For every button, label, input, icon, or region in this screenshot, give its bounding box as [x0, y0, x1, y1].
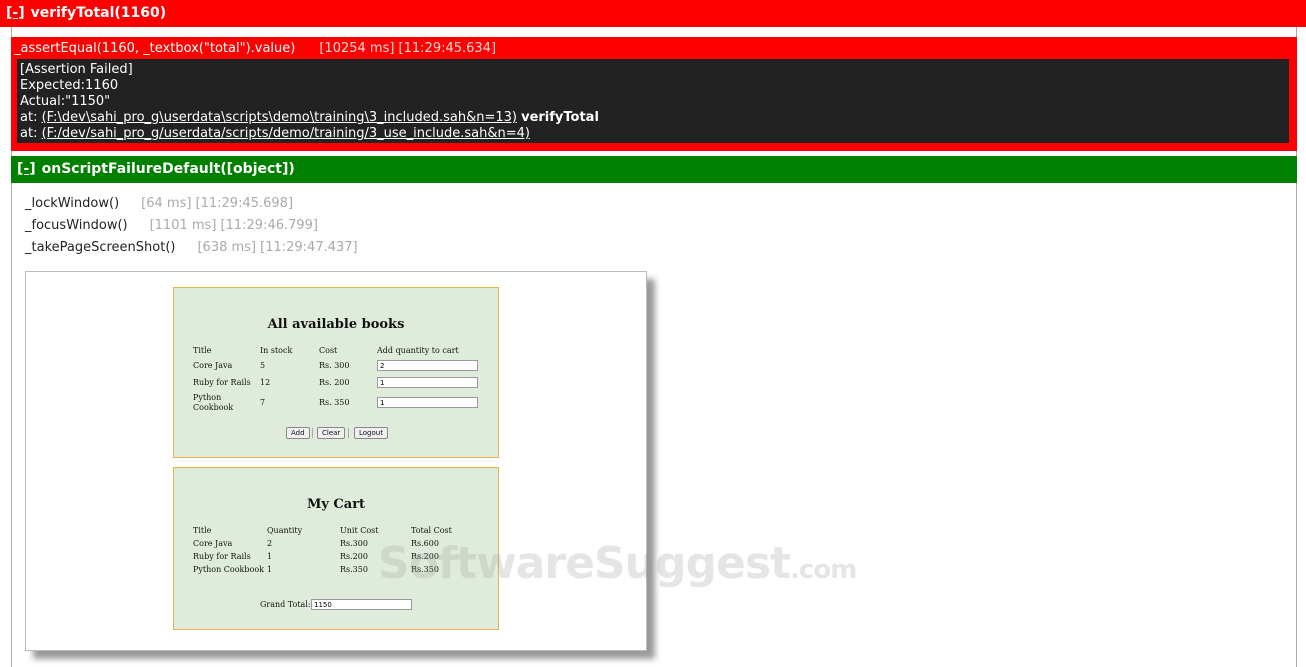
col-title: Title — [193, 526, 212, 535]
books-panel: All available books Title In stock Cost … — [173, 287, 499, 458]
log-line: Expected:1160 — [20, 78, 119, 93]
assert-header: _assertEqual(1160, _textbox("total").val… — [14, 40, 496, 58]
collapse-toggle[interactable]: [-] — [6, 5, 25, 21]
cart-title: Ruby for Rails — [193, 552, 251, 561]
assert-timing: [10254 ms] [11:29:45.634] — [319, 41, 497, 56]
assert-call: _assertEqual(1160, _textbox("total").val… — [14, 41, 296, 56]
step-call: _lockWindow() — [25, 196, 120, 211]
step-call: _takePageScreenShot() — [25, 240, 176, 255]
cart-qty: 2 — [267, 539, 273, 548]
cart-unit: Rs.350 — [340, 565, 368, 574]
assertion-failure-block: _assertEqual(1160, _textbox("total").val… — [11, 37, 1297, 151]
step-time: [64 ms] [11:29:45.698] — [141, 196, 294, 211]
book-stock: 5 — [260, 361, 266, 370]
col-add-qty: Add quantity to cart — [377, 346, 459, 355]
assertion-log: [Assertion Failed] Expected:1160 Actual:… — [17, 59, 1289, 143]
book-stock: 12 — [260, 378, 271, 387]
col-quantity: Quantity — [267, 526, 303, 535]
grand-total-label: Grand Total: — [260, 600, 311, 609]
verify-total-header[interactable]: [-] verifyTotal(1160) — [0, 0, 1306, 27]
log-line: [Assertion Failed] — [20, 62, 133, 77]
watermark: SoftwareSuggest.com — [378, 538, 857, 589]
log-line: at: (F:\dev\sahi_pro_g\userdata\scripts\… — [20, 110, 1286, 126]
at-label: at: — [20, 126, 42, 141]
book-title-line2: Cookbook — [193, 403, 234, 412]
collapse-toggle[interactable]: [-] — [17, 161, 36, 177]
log-line: at: (F:/dev/sahi_pro_g/userdata/scripts/… — [20, 126, 1286, 142]
cart-qty: 1 — [267, 565, 273, 574]
step-call: _focusWindow() — [25, 218, 128, 233]
step-focus-window: _focusWindow() [1101 ms] [11:29:46.799] — [25, 217, 318, 235]
failure-handler-header[interactable]: [-] onScriptFailureDefault([object]) — [11, 156, 1297, 183]
qty-input-python-cookbook[interactable]: 1 — [377, 397, 478, 408]
col-total-cost: Total Cost — [411, 526, 452, 535]
step-take-screenshot: _takePageScreenShot() [638 ms] [11:29:47.… — [25, 239, 358, 257]
cart-heading: My Cart — [306, 497, 366, 512]
book-title: Core Java — [193, 361, 233, 370]
cart-title: Core Java — [193, 539, 233, 548]
button-separator — [312, 428, 313, 438]
clear-button[interactable]: Clear — [317, 427, 346, 439]
grand-total-field[interactable]: 1150 — [311, 599, 412, 610]
col-cost: Cost — [319, 346, 338, 355]
book-title-line1: Python — [193, 393, 222, 402]
book-cost: Rs. 300 — [319, 361, 350, 370]
book-cost: Rs. 200 — [319, 378, 350, 387]
watermark-suffix: .com — [790, 555, 857, 585]
logout-button[interactable]: Logout — [354, 427, 388, 439]
cart-qty: 1 — [267, 552, 273, 561]
qty-input-ruby-for-rails[interactable]: 1 — [377, 377, 478, 388]
col-title: Title — [193, 346, 212, 355]
function-name: verifyTotal — [521, 110, 599, 125]
step-time: [638 ms] [11:29:47.437] — [197, 240, 358, 255]
log-line: Actual:"1150" — [20, 94, 111, 109]
add-button[interactable]: Add — [286, 427, 310, 439]
cart-unit: Rs.200 — [340, 552, 368, 561]
button-separator — [348, 428, 349, 438]
qty-input-core-java[interactable]: 2 — [377, 360, 478, 371]
step-lock-window: _lockWindow() [64 ms] [11:29:45.698] — [25, 195, 293, 213]
col-unit-cost: Unit Cost — [340, 526, 379, 535]
step-time: [1101 ms] [11:29:46.799] — [149, 218, 318, 233]
cart-unit: Rs.300 — [340, 539, 368, 548]
failure-title: onScriptFailureDefault([object]) — [41, 161, 295, 177]
header-title: verifyTotal(1160) — [30, 5, 167, 21]
book-cost: Rs. 350 — [319, 398, 350, 407]
source-link-use-include[interactable]: (F:/dev/sahi_pro_g/userdata/scripts/demo… — [42, 126, 530, 141]
book-stock: 7 — [260, 398, 266, 407]
page-screenshot: All available books Title In stock Cost … — [25, 271, 647, 651]
watermark-main: SoftwareSuggest — [378, 538, 791, 589]
cart-title: Python Cookbook — [193, 565, 264, 574]
books-heading: All available books — [267, 317, 405, 332]
source-link-included[interactable]: (F:\dev\sahi_pro_g\userdata\scripts\demo… — [42, 110, 517, 125]
book-title: Ruby for Rails — [193, 378, 251, 387]
at-label: at: — [20, 110, 42, 125]
col-in-stock: In stock — [260, 346, 293, 355]
